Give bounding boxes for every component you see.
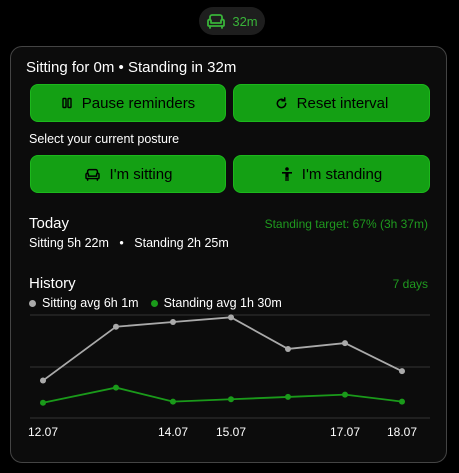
sitting-point [170, 319, 176, 326]
posture-card: Sitting for 0m • Standing in 32m Pause r… [10, 46, 447, 463]
timer-badge-text: 32m [232, 13, 258, 29]
sitting-point [285, 345, 291, 352]
sitting-point [113, 323, 119, 330]
x-tick-label: 14.07 [158, 425, 188, 439]
x-tick-label: 17.07 [330, 425, 360, 439]
sofa-icon [206, 13, 226, 29]
history-chart: 12.07 14.07 15.07 17.07 18.07 [28, 314, 430, 439]
standing-point [342, 391, 348, 398]
standing-point [170, 398, 176, 405]
sitting-point [40, 377, 46, 384]
sitting-point [399, 368, 405, 375]
standing-point [228, 396, 234, 403]
standing-series-line [42, 386, 403, 404]
x-tick-label: 18.07 [387, 425, 417, 439]
standing-point [285, 393, 291, 400]
sitting-point [342, 340, 348, 347]
sitting-point [228, 314, 234, 321]
x-tick-label: 15.07 [216, 425, 246, 439]
timer-badge[interactable]: 32m [199, 7, 265, 35]
standing-point [399, 398, 405, 405]
x-tick-label: 12.07 [28, 425, 58, 439]
sitting-series-line [42, 316, 403, 382]
standing-point [113, 384, 119, 391]
standing-point [40, 399, 46, 406]
